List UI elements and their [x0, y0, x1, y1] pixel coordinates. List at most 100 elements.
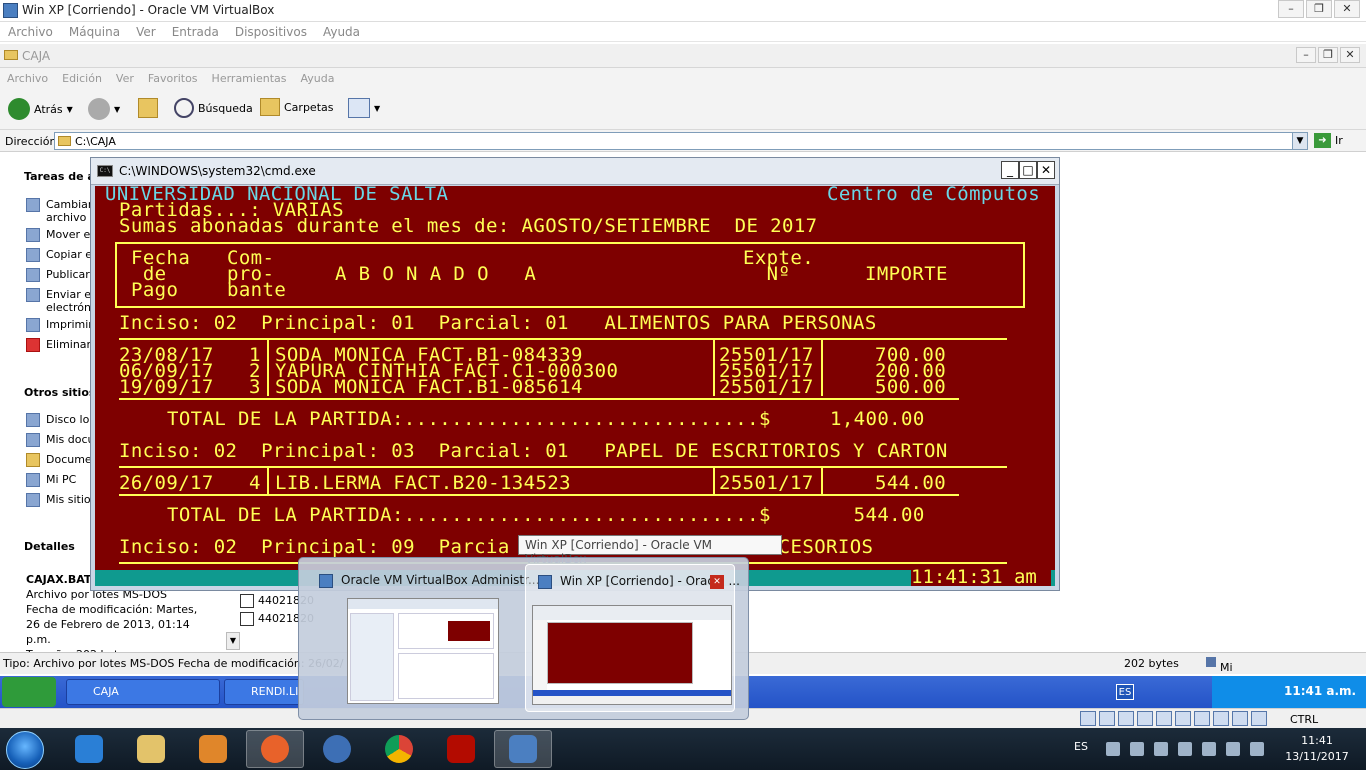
- taskbar-acrobat[interactable]: [432, 730, 490, 768]
- cpu-icon[interactable]: [1213, 711, 1229, 726]
- taskbar-virtualbox[interactable]: [494, 730, 552, 768]
- usb-icon[interactable]: [1156, 711, 1172, 726]
- place-local-disk[interactable]: Disco loc: [26, 413, 95, 427]
- minimize-button[interactable]: –: [1278, 0, 1304, 18]
- tray-icon[interactable]: [1250, 742, 1264, 756]
- address-input[interactable]: C:\CAJA: [54, 132, 1308, 150]
- cmd-maximize-button[interactable]: □: [1019, 161, 1037, 179]
- taskbar-firefox[interactable]: [246, 730, 304, 768]
- row4-expte: 25501/17: [719, 472, 814, 494]
- xp-start-button[interactable]: [2, 677, 56, 707]
- task-copy[interactable]: Copiar e: [26, 248, 92, 262]
- go-button[interactable]: ➜ Ir: [1314, 133, 1343, 148]
- search-icon: [174, 98, 194, 118]
- taskbar-chrome[interactable]: [370, 730, 428, 768]
- address-dropdown-button[interactable]: ▼: [1292, 132, 1308, 150]
- taskbar-internet-explorer[interactable]: [60, 730, 118, 768]
- win7-clock[interactable]: 11:41 13/11/2017: [1274, 733, 1360, 765]
- floppy-icon[interactable]: [1099, 711, 1115, 726]
- virtualbox-icon: [319, 574, 333, 588]
- row3-fecha: 19/09/17: [119, 376, 214, 398]
- computer-icon: [1206, 657, 1216, 667]
- thumbnail-virtualbox-manager[interactable]: Oracle VM VirtualBox Administr...: [307, 564, 539, 712]
- tasks-header[interactable]: Tareas de a: [24, 170, 95, 183]
- menu-entrada[interactable]: Entrada: [164, 22, 227, 41]
- mouse-integration-icon[interactable]: [1232, 711, 1248, 726]
- explorer-title-bar[interactable]: CAJA – ❐ ✕: [0, 44, 1366, 68]
- rename-icon: [26, 198, 40, 212]
- tray-icon[interactable]: [1202, 742, 1216, 756]
- explorer-menu-ayuda[interactable]: Ayuda: [293, 68, 341, 88]
- menu-dispositivos[interactable]: Dispositivos: [227, 22, 315, 41]
- explorer-minimize-button[interactable]: –: [1296, 47, 1316, 63]
- total-partida-1: TOTAL DE LA PARTIDA:....................…: [167, 408, 925, 430]
- status-computer: Mi equipo: [1206, 657, 1258, 687]
- tray-icon[interactable]: [1226, 742, 1240, 756]
- views-button[interactable]: ▼: [348, 98, 380, 118]
- task-pane-scroll-down[interactable]: ▼: [226, 632, 240, 650]
- keyboard-capture-icon[interactable]: [1251, 711, 1267, 726]
- taskbar-thunderbird[interactable]: [308, 730, 366, 768]
- task-email-line2[interactable]: electróni: [46, 301, 94, 314]
- menu-archivo[interactable]: Archivo: [0, 22, 61, 41]
- task-email[interactable]: Enviar e: [26, 288, 91, 302]
- forward-button[interactable]: ▼: [88, 98, 120, 120]
- tray-icon[interactable]: [1106, 742, 1120, 756]
- display-icon[interactable]: [1175, 711, 1191, 726]
- thumbnail-win-xp[interactable]: Win XP [Corriendo] - Oracle ... ✕: [525, 564, 740, 712]
- up-folder-button[interactable]: [138, 98, 158, 118]
- email-icon: [26, 288, 40, 302]
- task-publish[interactable]: Publicar: [26, 268, 90, 282]
- cmd-minimize-button[interactable]: _: [1001, 161, 1019, 179]
- places-header[interactable]: Otros sitios: [24, 386, 95, 399]
- optical-drive-icon[interactable]: [1080, 711, 1096, 726]
- place-shared-documents[interactable]: Documer: [26, 453, 96, 467]
- task-move[interactable]: Mover e: [26, 228, 90, 242]
- xp-language-indicator[interactable]: ES: [1116, 684, 1134, 700]
- taskbar-media-player[interactable]: [184, 730, 242, 768]
- back-button[interactable]: Atrás ▼: [8, 98, 73, 120]
- win7-start-button[interactable]: [6, 731, 44, 769]
- explorer-maximize-button[interactable]: ❐: [1318, 47, 1338, 63]
- explorer-close-button[interactable]: ✕: [1340, 47, 1360, 63]
- place-network[interactable]: Mis sitios: [26, 493, 96, 507]
- tray-icon[interactable]: [1178, 742, 1192, 756]
- explorer-menu-archivo[interactable]: Archivo: [0, 68, 55, 88]
- folders-button[interactable]: Carpetas: [260, 98, 333, 116]
- virtualbox-title-bar[interactable]: Win XP [Corriendo] - Oracle VM VirtualBo…: [0, 0, 1366, 22]
- xp-task-caja[interactable]: CAJA: [66, 679, 220, 705]
- close-button[interactable]: ✕: [1334, 0, 1360, 18]
- details-header[interactable]: Detalles: [24, 540, 75, 553]
- tray-icon[interactable]: [1154, 742, 1168, 756]
- thumbnail-close-button[interactable]: ✕: [710, 575, 724, 589]
- capture-icon[interactable]: [1194, 711, 1210, 726]
- place-my-documents[interactable]: Mis docu: [26, 433, 95, 447]
- place-my-computer[interactable]: Mi PC: [26, 473, 76, 487]
- task-rename[interactable]: Cambiar: [26, 198, 92, 212]
- shared-folders-icon[interactable]: [1137, 711, 1153, 726]
- cmd-close-button[interactable]: ✕: [1037, 161, 1055, 179]
- taskbar-file-explorer[interactable]: [122, 730, 180, 768]
- media-player-icon: [199, 735, 227, 763]
- views-icon: [348, 98, 370, 118]
- cmd-title-bar[interactable]: C:\ C:\WINDOWS\system32\cmd.exe _ □ ✕: [91, 158, 1059, 185]
- menu-maquina[interactable]: Máquina: [61, 22, 128, 41]
- search-button[interactable]: Búsqueda: [174, 98, 253, 118]
- explorer-menu-favoritos[interactable]: Favoritos: [141, 68, 205, 88]
- menu-ayuda[interactable]: Ayuda: [315, 22, 368, 41]
- menu-ver[interactable]: Ver: [128, 22, 164, 41]
- explorer-menu-herramientas[interactable]: Herramientas: [205, 68, 294, 88]
- row3-comp: 3: [249, 376, 261, 398]
- explorer-menu-ver[interactable]: Ver: [109, 68, 141, 88]
- tray-icon[interactable]: [1130, 742, 1144, 756]
- task-rename-line2[interactable]: archivo: [46, 211, 86, 224]
- network-icon[interactable]: [1118, 711, 1134, 726]
- task-print[interactable]: Imprimir: [26, 318, 93, 332]
- xp-task-rendi[interactable]: RENDI.LI: [224, 679, 304, 705]
- win7-language-indicator[interactable]: ES: [1074, 740, 1088, 753]
- console-output[interactable]: UNIVERSIDAD NACIONAL DE SALTA Centro de …: [95, 186, 1055, 586]
- details-modified: Fecha de modificación: Martes, 26 de Feb…: [26, 603, 198, 646]
- status-size: 202 bytes: [1124, 657, 1179, 670]
- maximize-button[interactable]: ❐: [1306, 0, 1332, 18]
- explorer-menu-edicion[interactable]: Edición: [55, 68, 109, 88]
